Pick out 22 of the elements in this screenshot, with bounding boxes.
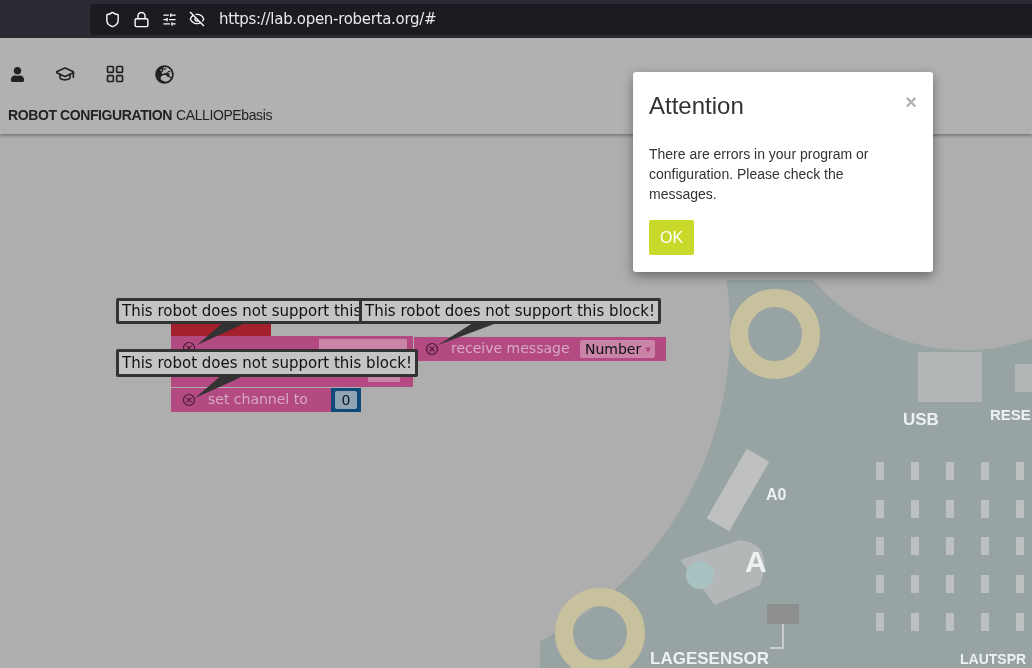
permissions-icon[interactable] (162, 11, 177, 27)
robot-name: CALLIOPEbasis (176, 107, 272, 123)
type-dropdown[interactable] (319, 339, 407, 350)
grid-icon[interactable] (105, 64, 125, 84)
lock-icon[interactable] (133, 10, 150, 28)
number-field[interactable]: 0 (335, 391, 357, 409)
error-tooltip: This robot does not support this block! (359, 298, 661, 324)
globe-icon[interactable] (155, 64, 174, 84)
block-label: set channel to (208, 391, 308, 407)
shield-icon[interactable] (104, 10, 121, 28)
user-icon[interactable] (10, 66, 25, 82)
block-label: receive message (451, 340, 570, 356)
type-dropdown[interactable]: Number ▾ (580, 340, 655, 358)
error-tooltip: This robot does not support this block! (116, 349, 418, 377)
dialog-message: There are errors in your program or configuration. Please check the messages. (649, 145, 870, 204)
section-title: ROBOT CONFIGURATION (8, 107, 173, 123)
address-bar[interactable]: https://lab.open-roberta.org/# (90, 3, 1032, 35)
dialog-title: Attention (649, 92, 744, 120)
graduation-cap-icon[interactable] (55, 64, 75, 84)
error-icon (425, 342, 439, 356)
eye-off-icon[interactable] (189, 11, 205, 27)
error-icon (182, 393, 196, 407)
